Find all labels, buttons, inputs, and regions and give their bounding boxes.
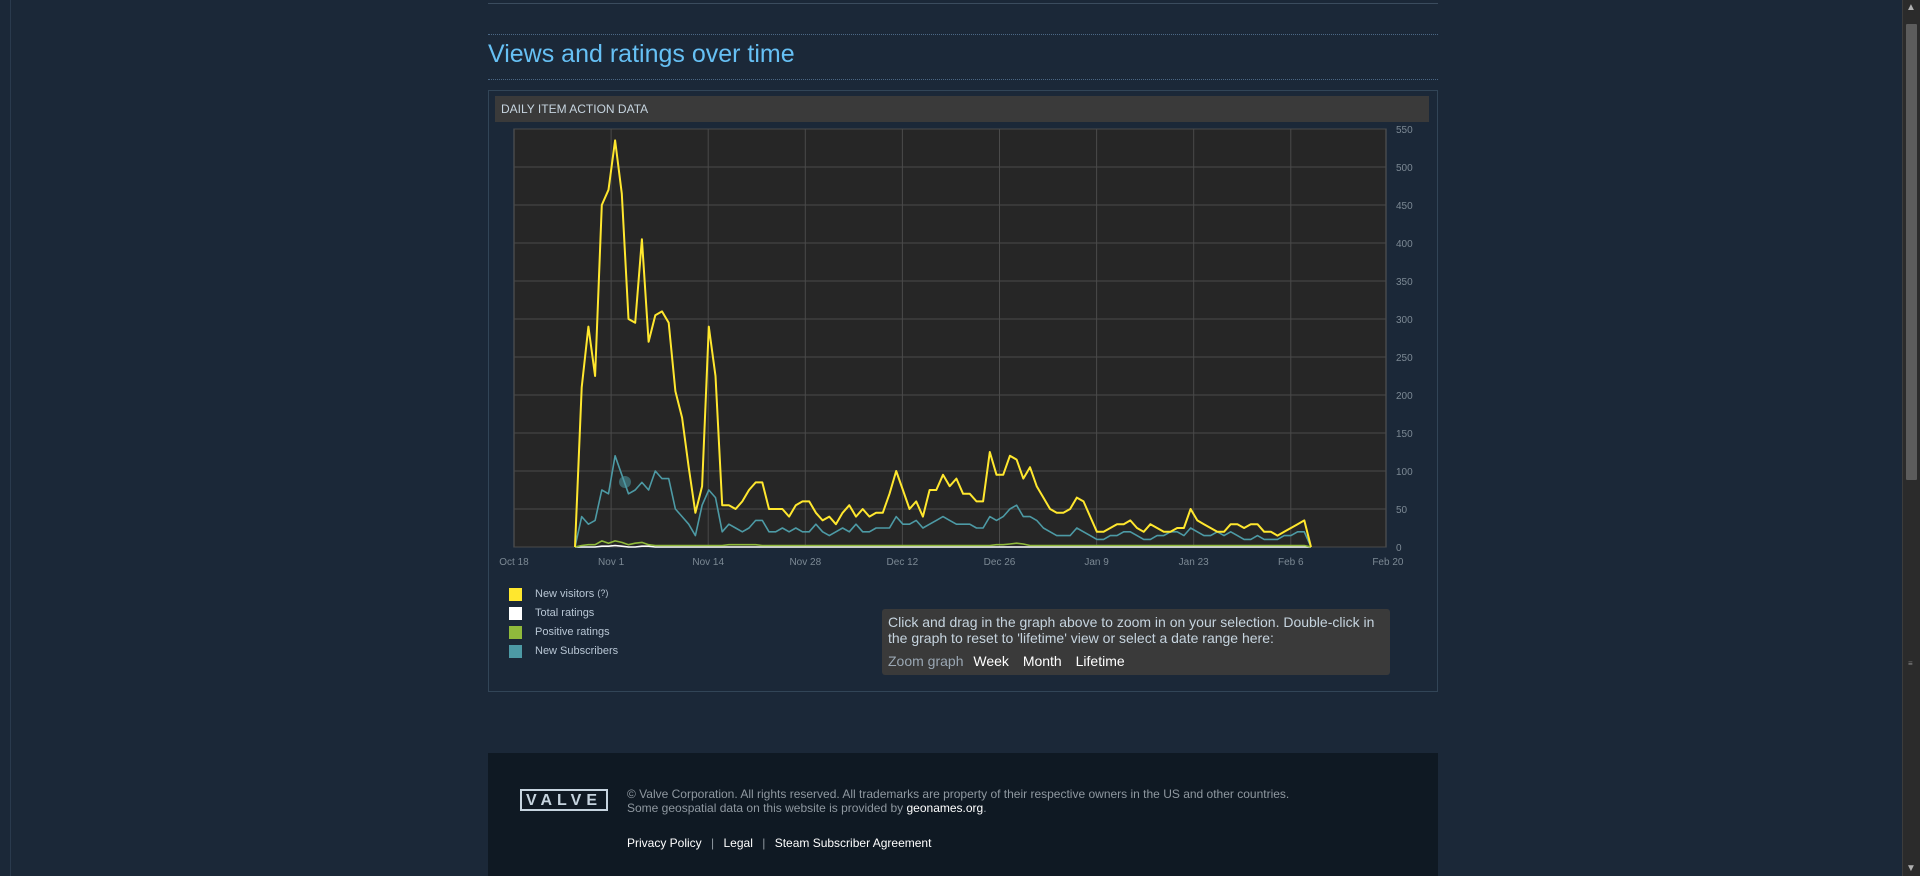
- legend-swatch: [509, 588, 522, 601]
- section-title: Views and ratings over time: [488, 40, 795, 68]
- legend-swatch: [509, 645, 522, 658]
- scroll-thumb[interactable]: [1906, 24, 1917, 480]
- plot-area[interactable]: [513, 128, 1387, 548]
- y-tick-label: 300: [1396, 315, 1413, 326]
- link-separator: |: [762, 836, 766, 850]
- zoom-label: Zoom graph: [888, 653, 964, 669]
- site-footer: VALVE © Valve Corporation. All rights re…: [488, 753, 1438, 876]
- y-tick-label: 50: [1396, 505, 1408, 516]
- valve-logo[interactable]: VALVE: [520, 789, 608, 811]
- y-tick-label: 100: [1396, 467, 1413, 478]
- top-divider: [488, 3, 1438, 4]
- zoom-row: Zoom graph Week Month Lifetime: [888, 653, 1135, 669]
- x-tick-label: Nov 1: [598, 557, 625, 568]
- item-action-chart[interactable]: 550500450400350300250200150100500 Oct 18…: [489, 91, 1437, 691]
- x-tick-label: Nov 14: [692, 557, 724, 568]
- legal-link[interactable]: Legal: [724, 836, 753, 850]
- x-tick-label: Dec 26: [984, 557, 1016, 568]
- page-frame: Views and ratings over time DAILY ITEM A…: [10, 0, 1894, 876]
- y-tick-label: 400: [1396, 239, 1413, 250]
- y-tick-label: 200: [1396, 391, 1413, 402]
- x-tick-label: Feb 20: [1372, 557, 1404, 568]
- y-tick-label: 500: [1396, 163, 1413, 174]
- legal-text: © Valve Corporation. All rights reserved…: [627, 787, 1289, 815]
- help-tooltip-icon[interactable]: (?): [597, 588, 608, 598]
- zoom-week-link[interactable]: Week: [973, 653, 1009, 669]
- legend-swatch: [509, 626, 522, 639]
- zoom-month-link[interactable]: Month: [1023, 653, 1062, 669]
- y-tick-label: 550: [1396, 125, 1413, 136]
- y-axis-labels: 550500450400350300250200150100500: [1396, 125, 1413, 554]
- copyright-text: © Valve Corporation. All rights reserved…: [627, 787, 1290, 801]
- x-tick-label: Dec 12: [887, 557, 919, 568]
- x-axis-labels: Oct 18 Nov 1 Nov 14 Nov 28 Dec 12 Dec 26 Jan 9…: [499, 557, 1404, 568]
- scroll-down-icon[interactable]: ▼: [1906, 863, 1916, 874]
- hover-marker: [619, 476, 631, 488]
- legend-label: Total ratings: [535, 607, 595, 619]
- x-tick-label: Jan 9: [1084, 557, 1109, 568]
- scroll-grip-icon: ≡: [1908, 659, 1913, 668]
- zoom-controls: Click and drag in the graph above to zoo…: [882, 609, 1390, 675]
- x-tick-label: Feb 6: [1278, 557, 1304, 568]
- x-tick-label: Oct 18: [499, 557, 529, 568]
- y-tick-label: 350: [1396, 277, 1413, 288]
- footer-links: Privacy Policy | Legal | Steam Subscribe…: [627, 836, 931, 850]
- y-tick-label: 150: [1396, 429, 1413, 440]
- title-divider-top: [488, 34, 1438, 35]
- x-tick-label: Nov 28: [789, 557, 821, 568]
- legend-label: Positive ratings: [535, 626, 610, 638]
- geonames-link[interactable]: geonames.org: [907, 801, 984, 815]
- title-divider-bottom: [488, 79, 1438, 80]
- legend-label: New Subscribers: [535, 645, 619, 657]
- zoom-lifetime-link[interactable]: Lifetime: [1076, 653, 1125, 669]
- vertical-scrollbar[interactable]: ▲ ≡ ▼: [1902, 0, 1920, 876]
- x-tick-label: Jan 23: [1179, 557, 1209, 568]
- geo-text: Some geospatial data on this website is …: [627, 801, 987, 815]
- privacy-policy-link[interactable]: Privacy Policy: [627, 836, 702, 850]
- scroll-up-icon[interactable]: ▲: [1906, 2, 1916, 13]
- link-separator: |: [711, 836, 715, 850]
- y-tick-label: 0: [1396, 543, 1402, 554]
- legend-label: New visitors (?): [535, 588, 609, 600]
- y-tick-label: 250: [1396, 353, 1413, 364]
- zoom-help-text: Click and drag in the graph above to zoo…: [888, 614, 1375, 646]
- subscriber-agreement-link[interactable]: Steam Subscriber Agreement: [775, 836, 932, 850]
- legend-swatch: [509, 607, 522, 620]
- y-tick-label: 450: [1396, 201, 1413, 212]
- graph-panel: DAILY ITEM ACTION DATA 550 500 450 400 350 30…: [488, 90, 1438, 692]
